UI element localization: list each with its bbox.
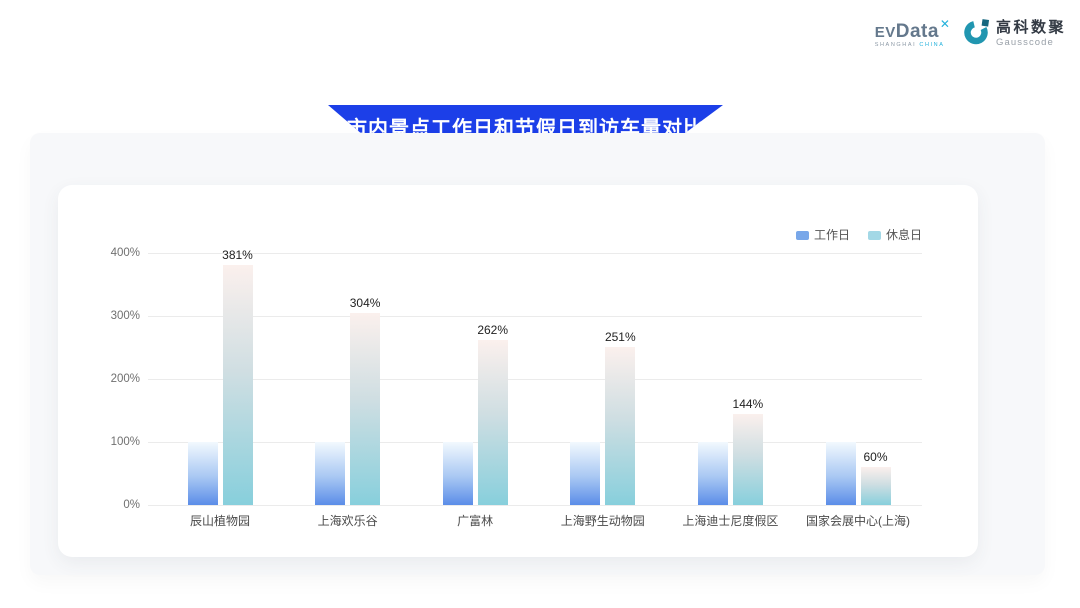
y-axis-tick-label: 0% <box>74 498 140 512</box>
y-axis-tick-label: 400% <box>74 246 140 260</box>
gausscode-texts: 高科数聚 Gausscode <box>996 20 1066 48</box>
evdata-tagline: SHANGHAI CHINA <box>875 43 945 49</box>
bar-value-label: 144% <box>713 397 783 411</box>
bar-restday <box>605 347 635 505</box>
y-axis-tick-label: 100% <box>74 435 140 449</box>
gridline <box>148 442 922 443</box>
evdata-tagline-shanghai: SHANGHAI <box>875 42 917 48</box>
evdata-data-text: Data <box>896 22 939 41</box>
chart-card: 0% 100% 200% 300% 400% 381% 辰山植物园 304% 上海欢乐谷 262%… <box>58 185 978 557</box>
bar-restday <box>223 265 253 505</box>
bar-restday <box>350 313 380 505</box>
bar-workday <box>443 442 473 505</box>
gausscode-g-icon <box>963 18 990 50</box>
y-axis-tick-label: 200% <box>74 372 140 386</box>
bar-value-label: 304% <box>330 296 400 310</box>
evdata-logo: EVData✕ SHANGHAI CHINA <box>875 18 950 49</box>
y-axis-tick-label: 300% <box>74 309 140 323</box>
bar-restday <box>733 414 763 505</box>
bar-chart: 0% 100% 200% 300% 400% 381% 辰山植物园 304% 上海欢乐谷 262%… <box>58 185 978 557</box>
bar-workday <box>188 442 218 505</box>
bar-restday <box>478 340 508 505</box>
legend-item-workday[interactable]: 工作日 <box>796 229 850 241</box>
gausscode-cn-text: 高科数聚 <box>996 20 1066 35</box>
bar-workday <box>570 442 600 505</box>
gausscode-logo: 高科数聚 Gausscode <box>963 18 1066 50</box>
legend-swatch <box>868 231 881 240</box>
bar-value-label: 381% <box>203 248 273 262</box>
x-axis-category-label: 辰山植物园 <box>150 514 290 529</box>
legend: 工作日 休息日 <box>796 229 922 241</box>
bar-value-label: 262% <box>458 323 528 337</box>
bar-workday <box>698 442 728 505</box>
legend-label: 工作日 <box>814 229 850 241</box>
x-axis-category-label: 国家会展中心(上海) <box>788 514 928 529</box>
bar-workday <box>315 442 345 505</box>
gridline <box>148 379 922 380</box>
header-logos: EVData✕ SHANGHAI CHINA 高科数聚 Gausscode <box>875 18 1066 50</box>
x-axis-category-label: 广富林 <box>405 514 545 529</box>
legend-item-restday[interactable]: 休息日 <box>868 229 922 241</box>
legend-swatch <box>796 231 809 240</box>
evdata-ev-text: EV <box>875 22 896 40</box>
x-axis-category-label: 上海迪士尼度假区 <box>660 514 800 529</box>
bar-restday <box>861 467 891 505</box>
evdata-wordmark: EVData✕ <box>875 22 950 41</box>
gridline <box>148 505 922 506</box>
x-axis-category-label: 上海欢乐谷 <box>278 514 418 529</box>
x-axis-category-label: 上海野生动物园 <box>533 514 673 529</box>
bar-value-label: 251% <box>585 330 655 344</box>
gausscode-en-text: Gausscode <box>996 38 1066 48</box>
legend-label: 休息日 <box>886 229 922 241</box>
evdata-x-icon: ✕ <box>940 18 950 30</box>
gridline <box>148 316 922 317</box>
evdata-tagline-china: CHINA <box>919 42 944 48</box>
chart-panel: 0% 100% 200% 300% 400% 381% 辰山植物园 304% 上海欢乐谷 262%… <box>30 133 1045 575</box>
bar-value-label: 60% <box>841 450 911 464</box>
